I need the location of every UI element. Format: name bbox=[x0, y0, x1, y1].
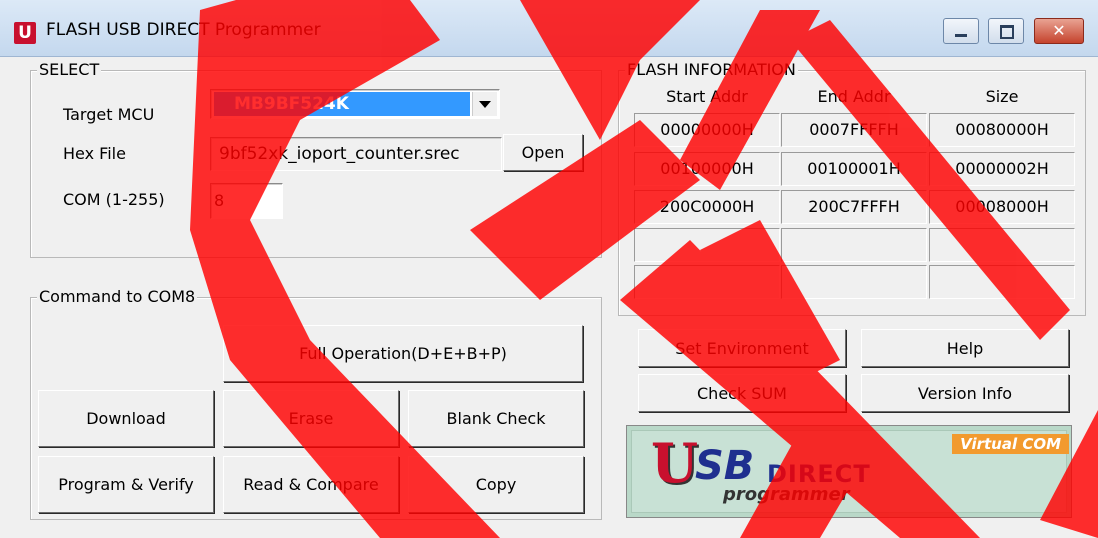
hex-file-label: Hex File bbox=[63, 144, 126, 163]
logo-direct: DIRECT bbox=[767, 460, 871, 488]
table-cell: 00000002H bbox=[929, 152, 1075, 186]
app-icon: U bbox=[14, 22, 36, 44]
table-cell bbox=[634, 265, 780, 299]
program-verify-button[interactable]: Program & Verify bbox=[38, 456, 214, 513]
table-cell bbox=[781, 228, 927, 262]
window-title: FLASH USB DIRECT Programmer bbox=[46, 20, 321, 40]
table-cell: 00080000H bbox=[929, 113, 1075, 147]
table-cell: 00100001H bbox=[781, 152, 927, 186]
table-cell: 00100000H bbox=[634, 152, 780, 186]
open-button[interactable]: Open bbox=[503, 134, 583, 171]
table-cell: 0007FFFFH bbox=[781, 113, 927, 147]
table-cell bbox=[929, 228, 1075, 262]
table-cell bbox=[781, 265, 927, 299]
check-sum-button[interactable]: Check SUM bbox=[638, 374, 846, 412]
target-mcu-select[interactable]: MB9BF524K bbox=[210, 89, 500, 119]
full-operation-button[interactable]: Full Operation(D+E+B+P) bbox=[223, 325, 583, 382]
target-mcu-label: Target MCU bbox=[63, 105, 155, 124]
minimize-button[interactable] bbox=[943, 18, 979, 44]
version-info-button[interactable]: Version Info bbox=[861, 374, 1069, 412]
programmer-window: U FLASH USB DIRECT Programmer ✕ SELECT T… bbox=[0, 0, 1098, 538]
com-input[interactable]: 8 bbox=[210, 183, 283, 219]
table-cell: 00008000H bbox=[929, 190, 1075, 224]
read-compare-button[interactable]: Read & Compare bbox=[223, 456, 399, 513]
close-icon: ✕ bbox=[1052, 21, 1066, 40]
close-button[interactable]: ✕ bbox=[1034, 18, 1084, 44]
table-cell: 00000000H bbox=[634, 113, 780, 147]
help-button[interactable]: Help bbox=[861, 329, 1069, 367]
download-button[interactable]: Download bbox=[38, 390, 214, 447]
table-cell bbox=[634, 228, 780, 262]
hex-file-field[interactable]: 9bf52xk_ioport_counter.srec bbox=[210, 137, 502, 171]
copy-button[interactable]: Copy bbox=[408, 456, 584, 513]
header-size: Size bbox=[985, 87, 1019, 106]
target-mcu-value: MB9BF524K bbox=[214, 92, 470, 116]
com-label: COM (1-255) bbox=[63, 190, 165, 209]
erase-button[interactable]: Erase bbox=[223, 390, 399, 447]
maximize-button[interactable] bbox=[988, 18, 1024, 44]
title-bar[interactable]: U FLASH USB DIRECT Programmer ✕ bbox=[0, 0, 1098, 57]
header-end-addr: End Addr bbox=[817, 87, 891, 106]
chevron-down-icon[interactable] bbox=[472, 92, 497, 116]
blank-check-button[interactable]: Blank Check bbox=[408, 390, 584, 447]
logo-programmer: programmer bbox=[723, 484, 850, 505]
flash-info-legend: FLASH INFORMATION bbox=[625, 60, 798, 79]
table-cell bbox=[929, 265, 1075, 299]
command-legend: Command to COM8 bbox=[37, 287, 198, 306]
logo-u: U bbox=[651, 431, 699, 495]
select-legend: SELECT bbox=[37, 60, 102, 79]
table-cell: 200C7FFFH bbox=[781, 190, 927, 224]
table-cell: 200C0000H bbox=[634, 190, 780, 224]
virtual-com-badge: Virtual COM bbox=[952, 434, 1069, 454]
usb-direct-programmer-logo: U SB DIRECT programmer Virtual COM bbox=[626, 425, 1072, 518]
set-environment-button[interactable]: Set Environment bbox=[638, 329, 846, 367]
logo-sb: SB bbox=[695, 443, 755, 489]
header-start-addr: Start Addr bbox=[666, 87, 748, 106]
